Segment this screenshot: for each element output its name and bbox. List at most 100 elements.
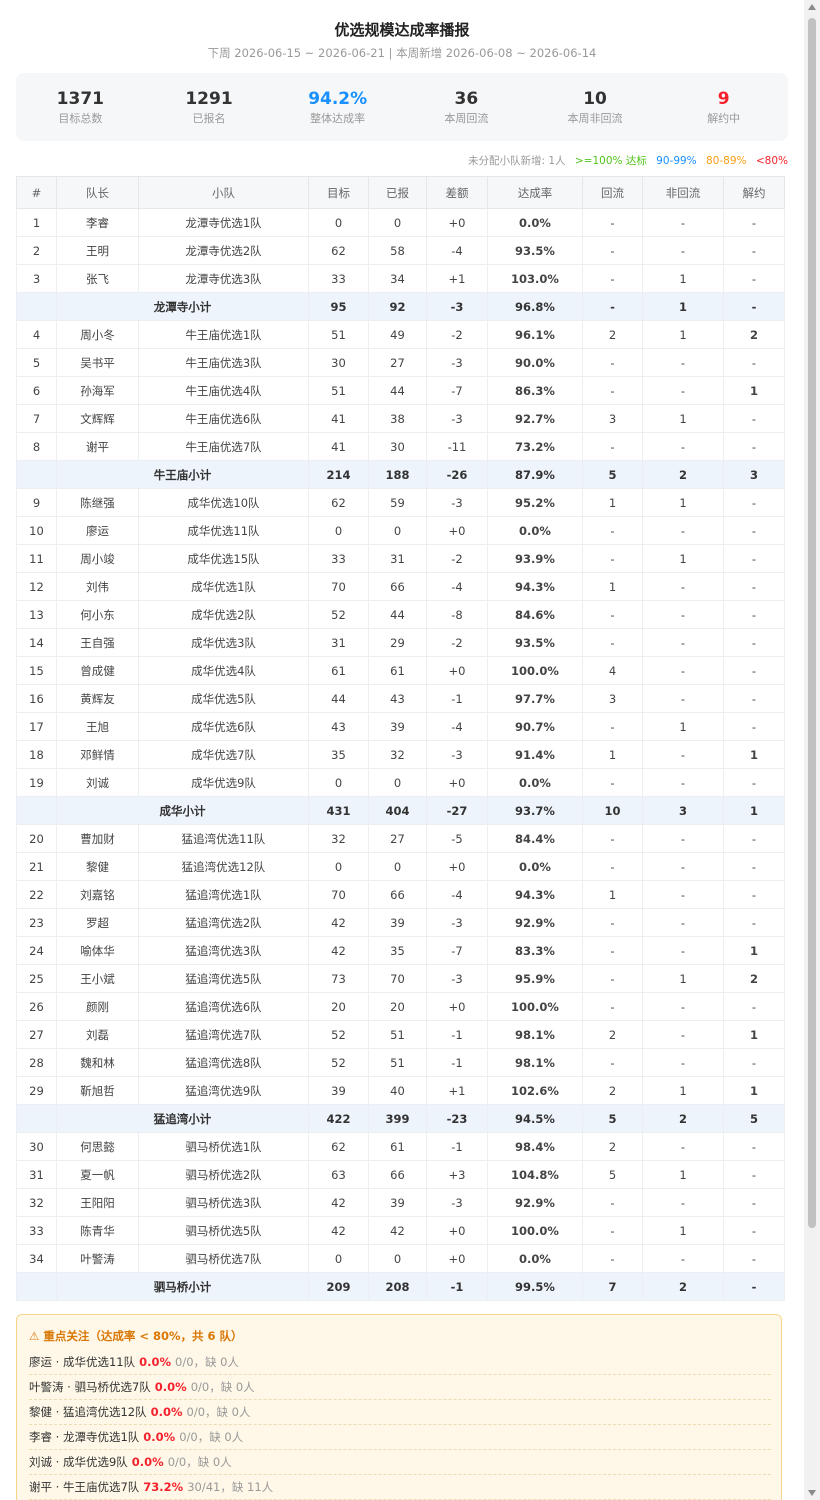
cell-target: 43 — [308, 712, 369, 741]
table-row: 1 李睿 龙潭寺优选1队 0 0 +0 0.0% - - - — [16, 208, 785, 237]
cell-back: - — [582, 628, 643, 657]
cell-leader: 陈继强 — [56, 488, 139, 517]
cell-nonback: - — [642, 208, 724, 237]
table-body: 1 李睿 龙潭寺优选1队 0 0 +0 0.0% - - -2 王明 龙潭寺优选2队 62 58 -4 93.… — [16, 208, 785, 1301]
cell-diff: -2 — [426, 628, 488, 657]
cell-signed: 188 — [368, 460, 427, 489]
cell-index: 27 — [16, 1020, 57, 1049]
cell-leader: 张飞 — [56, 264, 139, 293]
cell-diff: +0 — [426, 852, 488, 881]
cell-leader: 曹加财 — [56, 824, 139, 853]
cell-back: 4 — [582, 656, 643, 685]
cell-signed: 42 — [368, 1216, 427, 1245]
cell-cancel: - — [723, 516, 785, 545]
cell-back: 3 — [582, 404, 643, 433]
cell-cancel: - — [723, 656, 785, 685]
cell-target: 63 — [308, 1160, 369, 1189]
cell-leader: 王小斌 — [56, 964, 139, 993]
cell-nonback: - — [642, 1048, 724, 1077]
cell-rate: 98.1% — [487, 1048, 583, 1077]
focus-meta: 0/0，缺 0人 — [186, 1405, 251, 1419]
cell-target: 70 — [308, 572, 369, 601]
cell-target: 39 — [308, 1076, 369, 1105]
cell-team: 成华优选3队 — [138, 628, 309, 657]
cell-signed: 0 — [368, 1244, 427, 1273]
cell-team: 成华优选4队 — [138, 656, 309, 685]
scroll-down-arrow-icon[interactable] — [808, 1490, 816, 1496]
cell-signed: 208 — [368, 1272, 427, 1301]
table-row: 11 周小竣 成华优选15队 33 31 -2 93.9% -1- — [16, 544, 785, 573]
cell-rate: 87.9% — [487, 460, 583, 489]
cell-team: 猛追湾优选8队 — [138, 1048, 309, 1077]
cell-back: - — [582, 1188, 643, 1217]
cell-signed: 49 — [368, 320, 427, 349]
cell-cancel: - — [723, 236, 785, 265]
cell-diff: +0 — [426, 516, 488, 545]
cell-rate: 94.3% — [487, 880, 583, 909]
cell-nonback: 1 — [642, 544, 724, 573]
cell-target: 51 — [308, 376, 369, 405]
cell-team: 驷马桥优选1队 — [138, 1132, 309, 1161]
cell-diff: -2 — [426, 544, 488, 573]
cell-target: 209 — [308, 1272, 369, 1301]
cell-cancel: 1 — [723, 740, 785, 769]
focus-item: 李睿 · 龙潭寺优选1队 0.0% 0/0，缺 0人 — [29, 1426, 771, 1450]
cell-nonback: - — [642, 824, 724, 853]
cell-diff: +1 — [426, 1076, 488, 1105]
cell-cancel: - — [723, 1244, 785, 1273]
cell-target: 33 — [308, 544, 369, 573]
focus-leader: 李睿 — [29, 1430, 52, 1444]
cell-leader: 黎健 — [56, 852, 139, 881]
cell-target: 62 — [308, 236, 369, 265]
cell-index: 18 — [16, 740, 57, 769]
cell-rate: 99.5% — [487, 1272, 583, 1301]
cell-leader: 周小冬 — [56, 320, 139, 349]
cell-back: 3 — [582, 684, 643, 713]
stat-label: 本周回流 — [444, 112, 489, 125]
subtotal-row: 龙潭寺小计 95 92 -3 96.8% -1- — [16, 292, 785, 321]
cell-diff: -4 — [426, 236, 488, 265]
cell-target: 422 — [308, 1104, 369, 1133]
cell-target: 31 — [308, 628, 369, 657]
cell-index: 31 — [16, 1160, 57, 1189]
cell-diff: -7 — [426, 376, 488, 405]
cell-cancel: - — [723, 1188, 785, 1217]
scroll-up-arrow-icon[interactable] — [808, 4, 816, 10]
cell-target: 35 — [308, 740, 369, 769]
cell-diff: -1 — [426, 1132, 488, 1161]
stat-value: 36 — [454, 89, 479, 109]
cell-signed: 66 — [368, 572, 427, 601]
table-row: 26 颜刚 猛追湾优选6队 20 20 +0 100.0% - - - — [16, 992, 785, 1021]
cell-leader: 魏和林 — [56, 1048, 139, 1077]
cell-back: - — [582, 264, 643, 293]
column-header: 已报 — [368, 176, 427, 209]
cell-target: 42 — [308, 1216, 369, 1245]
cell-cancel: - — [723, 628, 785, 657]
cell-nonback: - — [642, 516, 724, 545]
cell-signed: 61 — [368, 1132, 427, 1161]
cell-cancel: 2 — [723, 964, 785, 993]
cell-cancel: - — [723, 404, 785, 433]
cell-nonback: 1 — [642, 404, 724, 433]
cell-target: 41 — [308, 432, 369, 461]
focus-item: 黎健 · 猛追湾优选12队 0.0% 0/0，缺 0人 — [29, 1401, 771, 1425]
cell-index: 5 — [16, 348, 57, 377]
cell-leader: 何思懿 — [56, 1132, 139, 1161]
cell-team: 猛追湾优选12队 — [138, 852, 309, 881]
scroll-thumb[interactable] — [808, 18, 816, 1228]
cell-signed: 58 — [368, 236, 427, 265]
cell-nonback: - — [642, 1020, 724, 1049]
table-header-row: # 队长 小队 目标 已报 差额 达成率 回流 非回流 解约 — [16, 176, 785, 209]
cell-nonback: - — [642, 600, 724, 629]
cell-back: - — [582, 600, 643, 629]
cell-rate: 98.4% — [487, 1132, 583, 1161]
cell-target: 33 — [308, 264, 369, 293]
cell-target: 52 — [308, 1048, 369, 1077]
cell-nonback: 3 — [642, 796, 724, 825]
vertical-scrollbar[interactable] — [804, 0, 820, 1500]
cell-back: - — [582, 908, 643, 937]
cell-rate: 97.7% — [487, 684, 583, 713]
cell-signed: 40 — [368, 1076, 427, 1105]
column-header: 差额 — [426, 176, 488, 209]
cell-diff: -1 — [426, 1048, 488, 1077]
